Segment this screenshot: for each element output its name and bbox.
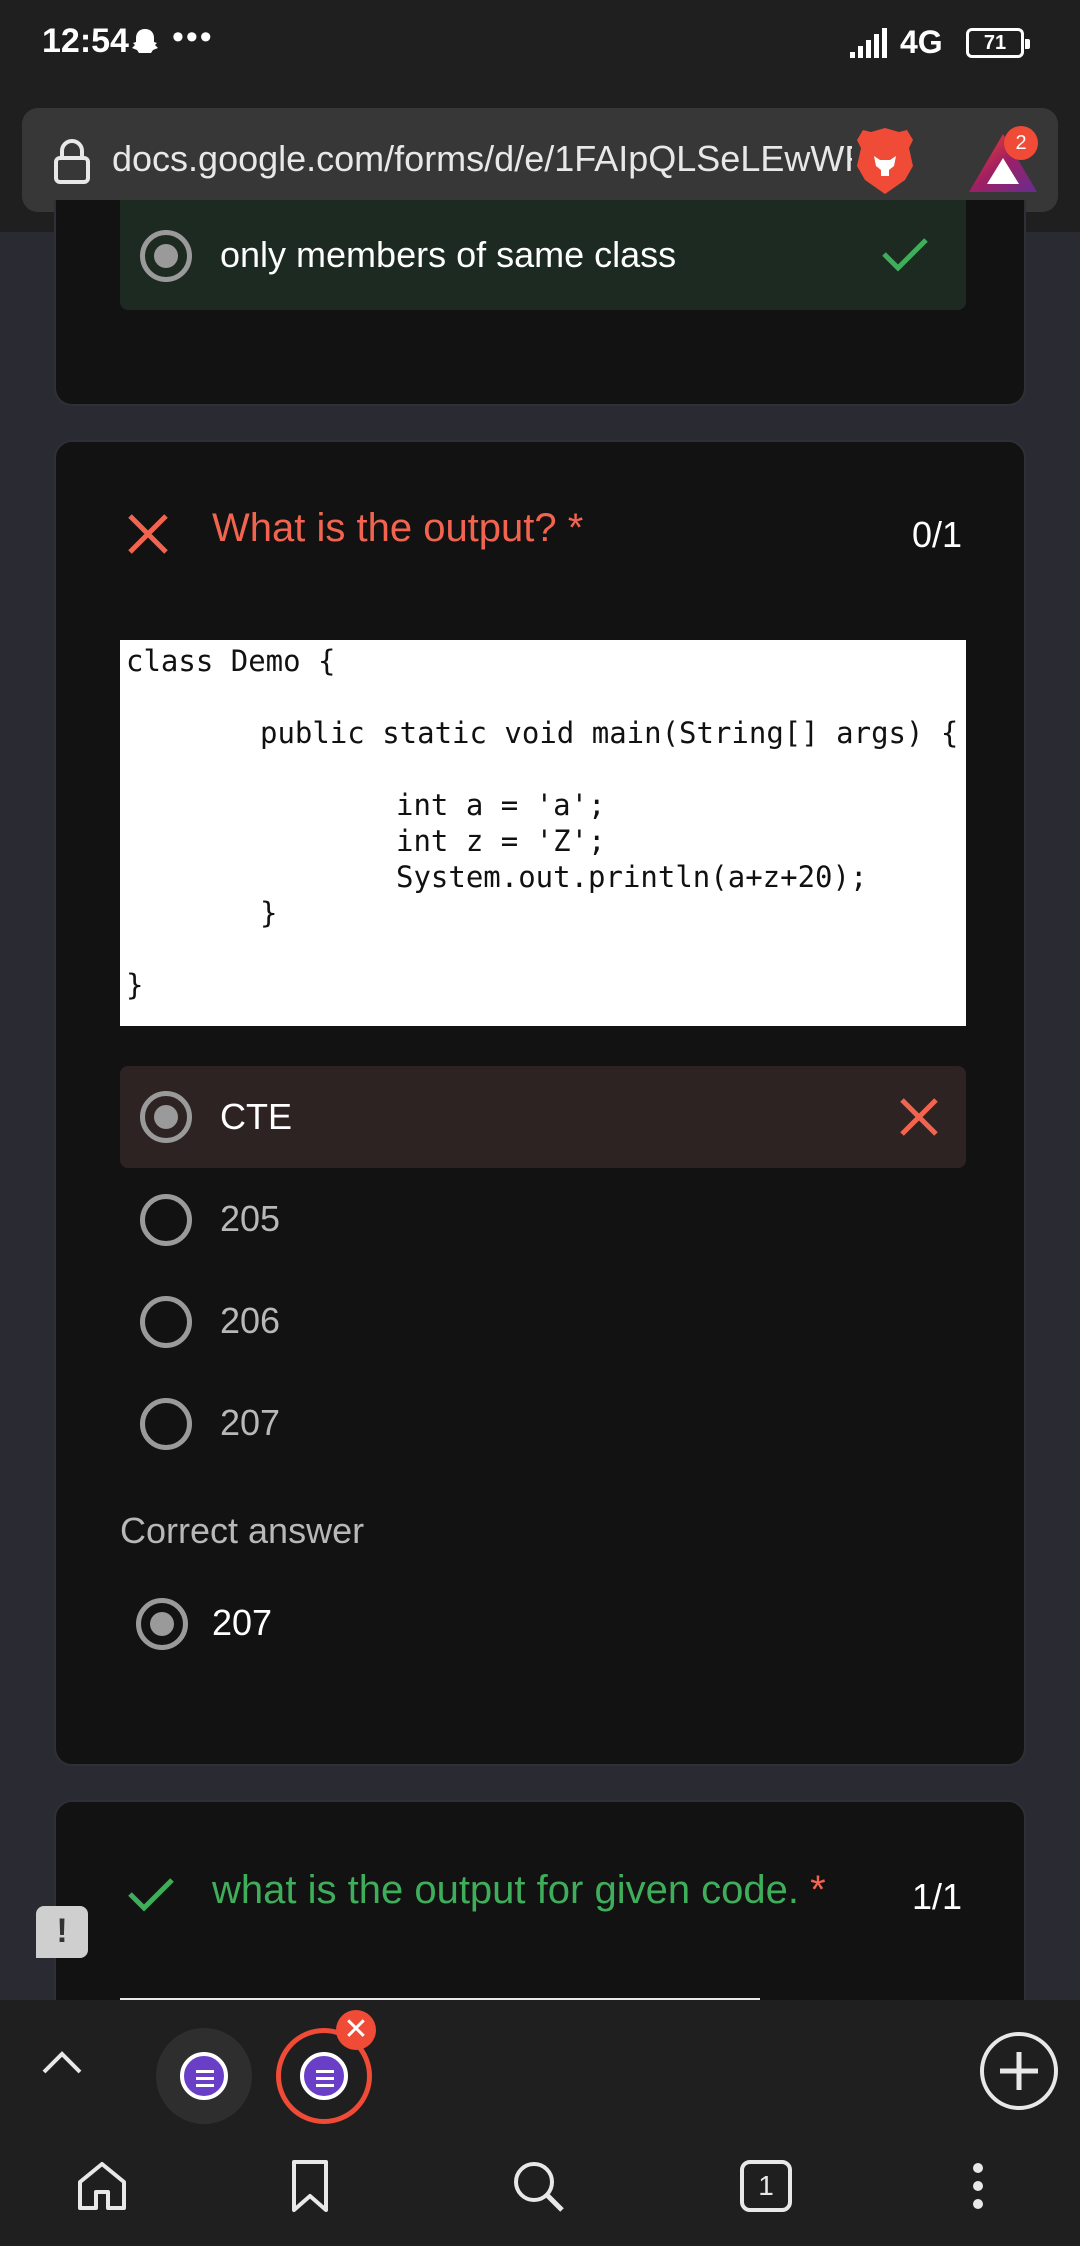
code-line: } [260, 896, 278, 930]
question-title: What is the output? * [212, 506, 584, 550]
search-icon[interactable] [508, 2156, 568, 2216]
battery-icon: 71 [966, 28, 1030, 58]
correct-answer-value: 207 [212, 1602, 273, 1643]
code-line: System.out.println(a+z+20); [396, 860, 868, 894]
code-line: class Demo { [126, 644, 336, 678]
lock-icon[interactable] [52, 138, 92, 184]
selected-correct-option: only members of same class [120, 200, 966, 310]
signal-icon [850, 28, 887, 58]
feedback-icon[interactable]: ! [36, 1906, 88, 1958]
option-label: 205 [220, 1198, 281, 1239]
option-radio[interactable] [140, 1398, 192, 1450]
tab-thumbnail[interactable] [156, 2028, 252, 2124]
code-line: int a = 'a'; [396, 788, 606, 822]
chevron-up-icon[interactable] [38, 2046, 86, 2078]
address-bar[interactable]: docs.google.com/forms/d/e/1FAIpQLSeLEwWR… [22, 108, 1058, 212]
google-forms-icon [300, 2052, 348, 2100]
check-icon [128, 1878, 174, 1912]
question-card-previous: only members of same class [54, 200, 1026, 406]
wrong-x-icon [128, 514, 168, 554]
question-title-text: what is the output for given code. [212, 1868, 800, 1912]
brave-shields-icon[interactable] [852, 126, 918, 196]
correct-answer-heading: Correct answer [120, 1510, 365, 1551]
close-tab-icon[interactable]: ✕ [336, 2010, 376, 2050]
code-line: } [126, 968, 144, 1002]
selected-wrong-option: CTE [120, 1066, 966, 1168]
status-more-dots: ••• [172, 18, 214, 56]
option-label: CTE [220, 1096, 292, 1137]
correct-answer-radio [136, 1598, 188, 1650]
tab-strip: ✕ [0, 2000, 1080, 2130]
more-menu-icon[interactable] [948, 2156, 1008, 2216]
home-icon[interactable] [72, 2156, 132, 2216]
tabs-count-button[interactable]: 1 [740, 2160, 792, 2212]
option-label: 206 [220, 1300, 281, 1341]
add-tab-icon[interactable] [978, 2030, 1060, 2112]
option-radio[interactable] [140, 1296, 192, 1348]
google-forms-icon [180, 2052, 228, 2100]
option-label: 207 [220, 1402, 281, 1443]
option-label: only members of same class [220, 234, 677, 275]
code-image: class Demo { public static void main(Str… [120, 640, 966, 1026]
code-line: public static void main(String[] args) { [260, 716, 959, 750]
question-score: 1/1 [911, 1876, 962, 1917]
question-title: what is the output for given code. * [212, 1868, 826, 1913]
option-radio[interactable] [140, 1091, 192, 1143]
status-bar: 12:54 ••• 4G 71 [0, 0, 1080, 90]
option-radio[interactable] [140, 1194, 192, 1246]
required-mark: * [810, 1868, 826, 1912]
question-card-output: What is the output? * 0/1 class Demo { p… [54, 440, 1026, 1766]
wrong-x-icon [900, 1098, 938, 1136]
question-score: 0/1 [911, 514, 962, 555]
snapchat-ghost-icon [132, 29, 158, 53]
status-time: 12:54 [42, 22, 129, 60]
network-type: 4G [900, 24, 943, 60]
rewards-badge: 2 [1004, 126, 1038, 160]
url-text[interactable]: docs.google.com/forms/d/e/1FAIpQLSeLEwWR… [112, 138, 852, 180]
bottom-navigation: 1 [0, 2130, 1080, 2246]
check-icon [882, 238, 928, 272]
bookmark-icon[interactable] [280, 2156, 340, 2216]
option-radio[interactable] [140, 230, 192, 282]
code-line: int z = 'Z'; [396, 824, 606, 858]
tabs-count: 1 [758, 2170, 774, 2201]
